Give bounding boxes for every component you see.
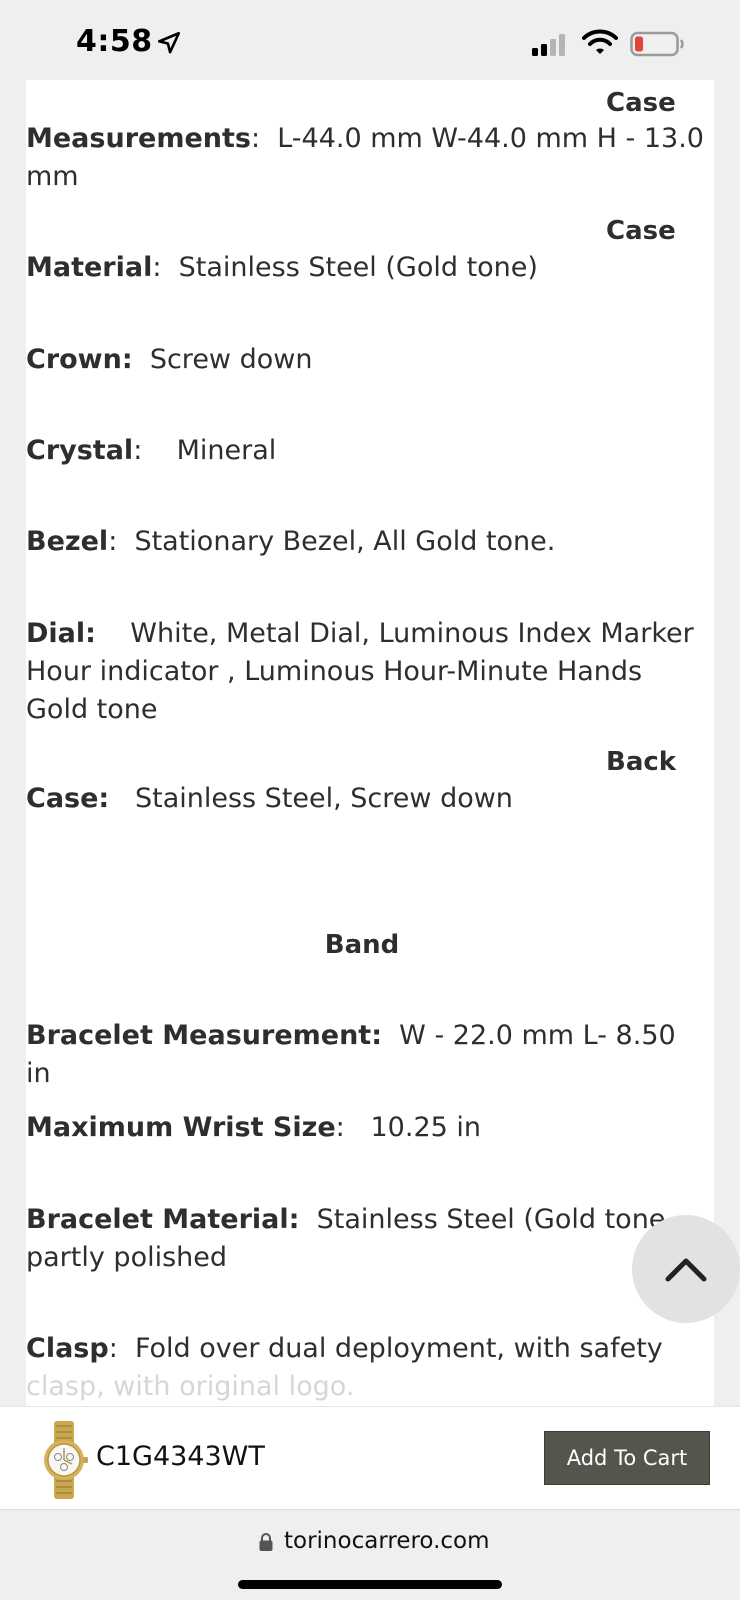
spec-value: L-44.0 mm W-44.0 mm H - 13.0 [277,123,704,154]
spec-value: Mineral [176,435,277,466]
spec-label: Material [26,252,153,283]
spec-value: Stainless Steel (Gold tone) [178,252,538,283]
spec-value: Stainless Steel (Gold tone [316,1204,666,1235]
url-text[interactable]: torinocarrero.com [284,1528,490,1554]
spec-label: Dial: [26,618,96,649]
location-arrow-icon [157,31,181,54]
spec-bracelet-measurement: Bracelet Measurement: W - 22.0 mm L- 8.5… [26,1017,706,1093]
spec-label: Bezel [26,526,109,557]
band-heading: Band [324,930,400,960]
scroll-to-top-button[interactable] [632,1215,740,1323]
spec-value-cont: mm [26,161,79,192]
spec-value-cont: partly polished [26,1242,228,1273]
wifi-icon [582,29,618,54]
status-time: 4:58 [76,24,153,59]
battery-low-icon [630,31,684,57]
chevron-up-icon [665,1258,707,1282]
spec-value-cont: Gold tone [26,694,158,725]
spec-value: 10.25 in [370,1112,482,1143]
spec-label: Crystal [26,435,134,466]
spec-label: Bracelet Measurement: [26,1020,382,1051]
lock-icon [259,1533,273,1551]
home-indicator[interactable] [238,1580,502,1589]
cellular-signal-icon [532,34,565,56]
spec-label: Bracelet Material: [26,1204,300,1235]
status-bar: 4:58 [0,0,740,80]
spec-label: Measurements [26,123,251,154]
product-sku: C1G4343WT [96,1441,265,1472]
spec-max-wrist: Maximum Wrist Size: 10.25 in [26,1112,482,1143]
spec-material: Material: Stainless Steel (Gold tone) [26,252,538,283]
spec-value-cont: Hour indicator , Luminous Hour-Minute Ha… [26,656,643,687]
spec-label: Crown: [26,344,133,375]
spec-dial: Dial: White, Metal Dial, Luminous Index … [26,615,706,729]
spec-value: Screw down [149,344,313,375]
browser-address-bar[interactable]: torinocarrero.com [0,1510,740,1600]
spec-value: Stainless Steel, Screw down [134,783,513,814]
spec-value: Stationary Bezel, All Gold tone. [134,526,556,557]
product-specs-panel[interactable]: Case Measurements: L-44.0 mm W-44.0 mm H… [26,80,714,1410]
spec-crown: Crown: Screw down [26,341,706,379]
spec-crystal: Crystal: Mineral [26,435,277,466]
spec-measurements: Measurements: L-44.0 mm W-44.0 mm H - 13… [26,123,704,192]
spec-value: Fold over dual deployment, with safety [134,1333,663,1364]
spec-value: White, Metal Dial, Luminous Index Marker [130,618,694,649]
back-label: Back [606,747,677,777]
spec-bracelet-material: Bracelet Material: Stainless Steel (Gold… [26,1201,706,1277]
spec-case-back: Case: Stainless Steel, Screw down [26,780,706,818]
case-label: Case [606,88,676,118]
sticky-product-bar: C1G4343WT Add To Cart [0,1406,740,1510]
spec-bezel: Bezel: Stationary Bezel, All Gold tone. [26,526,556,557]
spec-label: Case: [26,783,110,814]
spec-label: Clasp [26,1333,109,1364]
spec-clasp: Clasp: Fold over dual deployment, with s… [26,1333,663,1402]
spec-value-cont: clasp, with original logo. [26,1371,355,1402]
spec-label: Maximum Wrist Size [26,1112,336,1143]
case-label: Case [606,216,676,246]
watch-thumbnail-icon [44,1421,88,1499]
add-to-cart-button[interactable]: Add To Cart [544,1431,710,1485]
